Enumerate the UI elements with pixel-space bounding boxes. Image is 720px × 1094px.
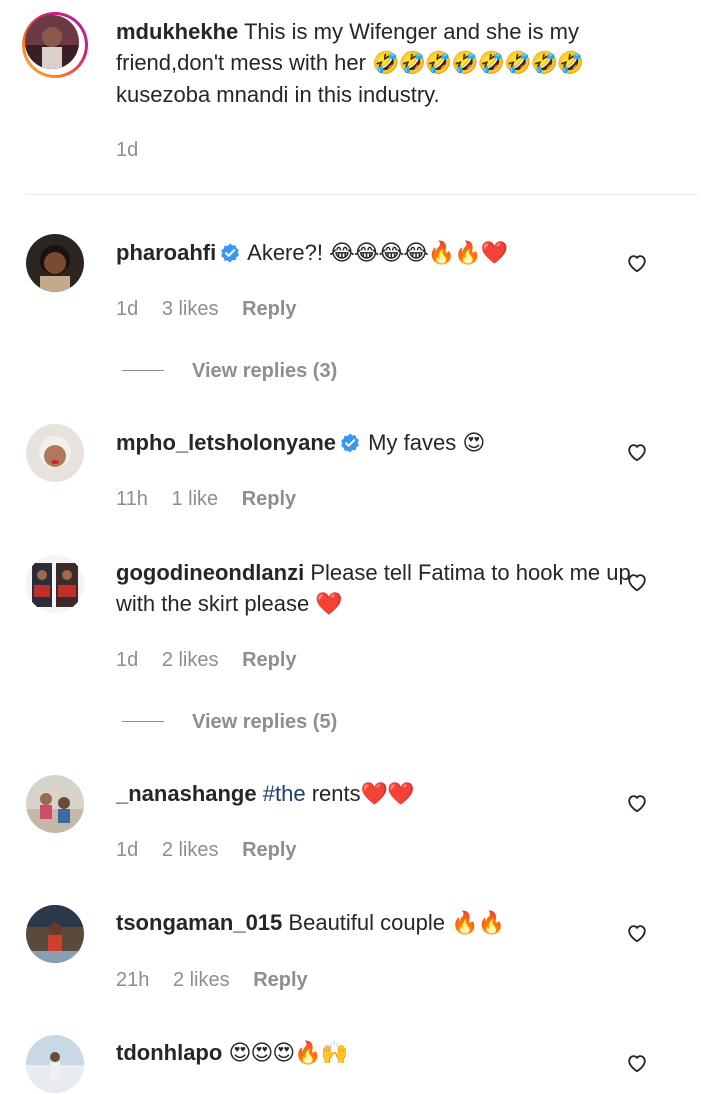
likes-count[interactable]: 2 likes [162,839,219,861]
timestamp: 1d [116,839,139,861]
comment-body-continued: kusezoba mnandi in this industry. [116,82,440,107]
reply-button[interactable]: Reply [242,488,296,510]
comment-text: mdukhekhe This is my Wifenger and she is… [116,16,636,110]
likes-count[interactable]: 3 likes [162,298,219,320]
emoji-string: 😂😂😂😂🔥🔥❤️ [329,241,508,266]
username[interactable]: gogodineondlanzi [116,560,304,585]
heart-outline-icon[interactable] [626,441,648,463]
comment-text: mpho_letsholonyane My faves 😍 [116,427,636,459]
comment-body: rents [311,781,361,806]
comment-meta: 1d 3 likes Reply [116,298,315,321]
emoji-string: 🔥🔥 [451,911,505,936]
avatar[interactable] [26,775,84,833]
view-replies-button[interactable]: View replies (5) [122,711,337,734]
comment-meta: 11h 1 like Reply [116,488,314,511]
heart-outline-icon[interactable] [626,792,648,814]
username[interactable]: mpho_letsholonyane [116,430,336,455]
view-replies-button[interactable]: View replies (3) [122,360,337,383]
emoji-string: 😍 [462,431,485,456]
comment-text: gogodineondlanzi Please tell Fatima to h… [116,557,636,620]
verified-badge-icon [221,243,240,263]
username[interactable]: _nanashange [116,781,257,806]
comment-text: pharoahfi Akere?! 😂😂😂😂🔥🔥❤️ [116,237,636,269]
comment-body: Akere?! [247,240,323,265]
replies-divider-line [122,721,164,722]
username[interactable]: mdukhekhe [116,19,238,44]
avatar[interactable] [26,905,84,963]
comment-meta: 1d [116,139,156,162]
heart-outline-icon[interactable] [626,252,648,274]
avatar[interactable] [22,12,88,78]
comment-meta: 1d 2 likes Reply [116,839,315,862]
emoji-string: 😍😍😍🔥🙌 [228,1041,348,1066]
comment-text: _nanashange #the rents❤️❤️ [116,778,636,810]
timestamp: 1d [116,139,139,161]
username[interactable]: tdonhlapo [116,1040,222,1065]
avatar[interactable] [26,424,84,482]
likes-count[interactable]: 1 like [171,488,218,510]
comment-meta: 21h 2 likes Reply [116,969,326,992]
likes-count[interactable]: 2 likes [162,649,219,671]
reply-button[interactable]: Reply [242,298,296,320]
timestamp: 1d [116,298,139,320]
divider [26,194,698,195]
comment-body: Beautiful couple [288,910,445,935]
verified-badge-icon [341,433,359,453]
avatar[interactable] [26,555,84,613]
likes-count[interactable]: 2 likes [173,969,230,991]
emoji-string: ❤️ [315,592,342,617]
reply-button[interactable]: Reply [242,839,296,861]
timestamp: 1d [116,649,139,671]
timestamp: 11h [116,488,148,510]
reply-button[interactable]: Reply [253,969,307,991]
comment-meta: 1d 2 likes Reply [116,649,315,672]
username[interactable]: pharoahfi [116,240,216,265]
emoji-string: ❤️❤️ [360,782,415,807]
hashtag-link[interactable]: #the [263,781,306,806]
username[interactable]: tsongaman_015 [116,910,282,935]
reply-button[interactable]: Reply [242,649,296,671]
view-replies-label: View replies (5) [192,711,338,733]
comment-text: tdonhlapo 😍😍😍🔥🙌 [116,1037,636,1069]
view-replies-label: View replies (3) [192,360,338,382]
timestamp: 21h [116,969,150,991]
heart-outline-icon[interactable] [626,571,648,593]
comment-text: tsongaman_015 Beautiful couple 🔥🔥 [116,907,636,939]
avatar[interactable] [26,1035,84,1093]
heart-outline-icon[interactable] [626,922,648,944]
avatar[interactable] [26,234,84,292]
replies-divider-line [122,370,164,371]
emoji-string: 🤣🤣🤣🤣🤣🤣🤣🤣 [372,51,584,76]
heart-outline-icon[interactable] [626,1052,648,1074]
comment-body: My faves [368,430,457,455]
